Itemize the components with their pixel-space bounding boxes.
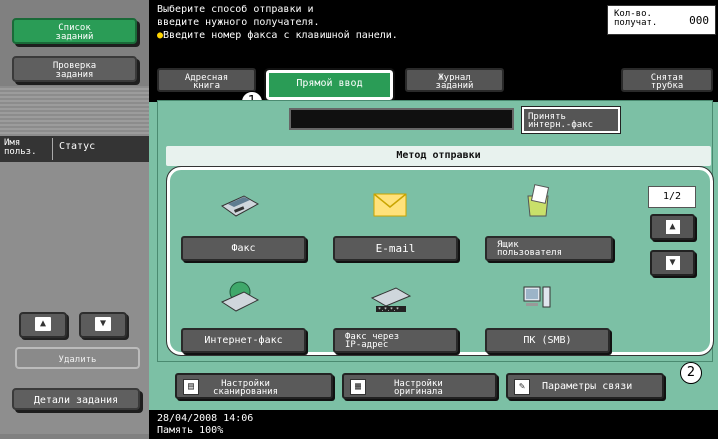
scroll-up-button[interactable]: ▲ [19, 312, 67, 338]
email-icon [372, 190, 408, 218]
ip-fax-icon: *.*.*.* [370, 284, 412, 314]
original-settings-button[interactable]: ▦ Настройки оригинала [342, 373, 497, 399]
delete-button[interactable]: Удалить [15, 347, 140, 369]
column-user: Имя польз. [4, 138, 37, 157]
email-button[interactable]: E-mail [333, 236, 458, 261]
arrow-down-icon: ▼ [665, 255, 680, 270]
tab-address-book[interactable]: Адресная книга [157, 68, 256, 92]
tab-job-log[interactable]: Журнал заданий [405, 68, 504, 92]
original-settings-icon: ▦ [350, 379, 366, 395]
recipients-label: Кол-во. получат. [614, 9, 658, 28]
accept-ifax-button[interactable]: Принять интерн.-факс [521, 106, 621, 134]
svg-text:*.*.*.*: *.*.*.* [378, 307, 399, 313]
status-bar: 28/04/2008 14:06 Память 100% [149, 410, 718, 439]
user-box-icon [524, 184, 552, 218]
pc-smb-button[interactable]: ПК (SMB) [485, 328, 610, 353]
arrow-down-icon: ▼ [95, 316, 111, 331]
left-divider [0, 86, 149, 136]
message-line-3: ●Введите номер факса с клавишной панели. [157, 30, 398, 41]
arrow-up-icon: ▲ [35, 316, 51, 331]
callout-2: 2 [680, 362, 702, 384]
message-bar: Выберите способ отправки и введите нужно… [149, 0, 718, 62]
memory-status: Память 100% [157, 425, 224, 436]
arrow-up-icon: ▲ [665, 219, 680, 234]
comm-params-label: Параметры связи [542, 381, 633, 392]
recipients-value: 000 [689, 14, 709, 27]
internet-fax-icon [220, 280, 260, 312]
scroll-down-button[interactable]: ▼ [79, 312, 127, 338]
page-indicator: 1/2 [648, 186, 696, 208]
send-method-title: Метод отправки [166, 146, 711, 166]
ip-fax-button[interactable]: Факс через IP-адрес [333, 328, 458, 353]
scan-settings-label: Настройки сканирования [213, 379, 279, 397]
fax-button[interactable]: Факс [181, 236, 306, 261]
user-box-button[interactable]: Ящик пользователя [485, 236, 613, 261]
message-line-2: введите нужного получателя. [157, 17, 320, 28]
recipients-count: Кол-во. получат. 000 [607, 5, 716, 35]
fax-icon [220, 190, 260, 218]
tab-direct-input[interactable]: Прямой ввод [264, 68, 395, 102]
job-details-button[interactable]: Детали задания [12, 388, 140, 410]
destination-input[interactable] [289, 108, 514, 130]
page-up-button[interactable]: ▲ [650, 214, 695, 240]
original-settings-label: Настройки оригинала [394, 379, 443, 397]
scan-settings-icon: ▤ [183, 379, 199, 395]
datetime: 28/04/2008 14:06 [157, 413, 254, 424]
message-line-1: Выберите способ отправки и [157, 4, 314, 15]
comm-params-icon: ✎ [514, 379, 530, 395]
pc-icon [522, 285, 552, 309]
tab-offhook[interactable]: Снятая трубка [621, 68, 713, 92]
instruction-message: Выберите способ отправки и введите нужно… [157, 3, 398, 42]
job-check-button[interactable]: Проверка задания [12, 56, 137, 82]
internet-fax-button[interactable]: Интернет-факс [181, 328, 306, 353]
column-status: Статус [52, 138, 95, 160]
scan-settings-button[interactable]: ▤ Настройки сканирования [175, 373, 333, 399]
job-list-button[interactable]: Список заданий [12, 18, 137, 44]
page-down-button[interactable]: ▼ [650, 250, 695, 276]
comm-params-button[interactable]: ✎ Параметры связи [506, 373, 664, 399]
job-table-header: Имя польз. Статус [0, 136, 149, 162]
